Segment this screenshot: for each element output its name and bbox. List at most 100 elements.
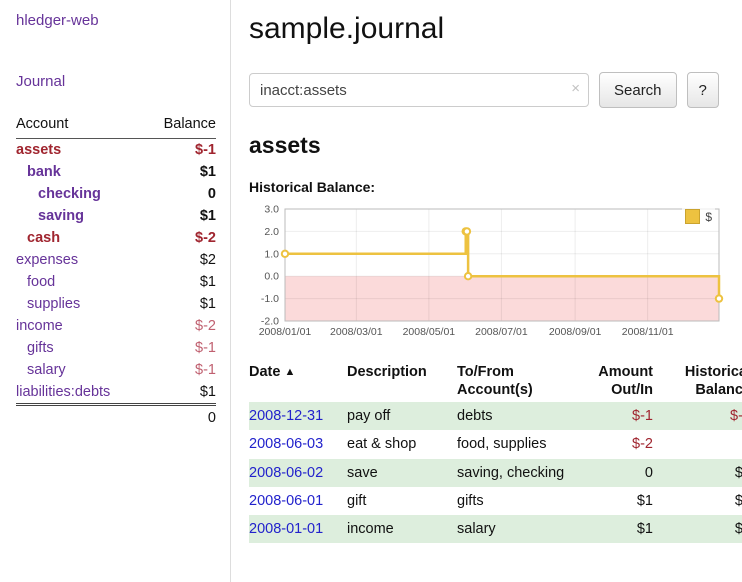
column-header-amount: AmountOut/In [575, 361, 659, 402]
account-row-cash: cash $-2 [16, 227, 216, 249]
account-row-checking: checking 0 [16, 183, 216, 205]
svg-text:3.0: 3.0 [264, 204, 279, 216]
chart-canvas: 3.02.01.00.0-1.0-2.02008/01/012008/03/01… [249, 201, 727, 343]
accounts-cell: gifts [457, 487, 575, 515]
amount-cell: 0 [575, 459, 659, 487]
amount-cell: $-2 [575, 430, 659, 458]
account-row-expenses: expenses $2 [16, 249, 216, 271]
account-row-food: food$1 [16, 271, 216, 293]
account-balance: $-1 [145, 337, 216, 359]
account-balance: $1 [145, 161, 216, 183]
accounts-cell: food, supplies [457, 430, 575, 458]
sort-ascending-icon: ▲ [284, 366, 295, 378]
app-brand-link[interactable]: hledger-web [16, 12, 216, 29]
search-box: × [249, 73, 589, 107]
accounts-header-row: Account Balance [16, 114, 216, 139]
legend-label: $ [705, 210, 712, 224]
account-row-salary: salary $-1 [16, 359, 216, 381]
account-balance: $-2 [145, 227, 216, 249]
balance-cell: $1 [659, 515, 742, 543]
date-link[interactable]: 2008-06-03 [249, 436, 323, 452]
account-link-assets[interactable]: assets [16, 142, 61, 158]
account-row-assets: assets $-1 [16, 139, 216, 162]
account-link-income[interactable]: income [16, 318, 63, 334]
chart-title: Historical Balance: [249, 179, 728, 195]
description-cell: eat & shop [347, 430, 457, 458]
accounts-total-value: 0 [145, 405, 216, 430]
date-link[interactable]: 2008-06-01 [249, 493, 323, 509]
accounts-column-header: Account [16, 114, 145, 139]
account-link-cash[interactable]: cash [27, 230, 60, 246]
date-link[interactable]: 2008-12-31 [249, 408, 323, 424]
balance-cell: 0 [659, 430, 742, 458]
clear-search-icon[interactable]: × [571, 81, 580, 96]
register-row: 2008-12-31 pay off debts $-1 $-1 [249, 402, 742, 430]
accounts-total-row: 0 [16, 405, 216, 430]
account-link-checking[interactable]: checking [38, 186, 101, 202]
account-link-food[interactable]: food [27, 274, 55, 290]
svg-text:2008/11/01: 2008/11/01 [622, 326, 674, 338]
register-row: 2008-01-01 income salary $1 $1 [249, 515, 742, 543]
account-balance: $1 [145, 293, 216, 315]
column-header-date[interactable]: Date ▲ [249, 361, 347, 402]
svg-text:2.0: 2.0 [264, 226, 279, 238]
amount-cell: $1 [575, 515, 659, 543]
account-row-liabilities-debts: liabilities:debts $1 [16, 381, 216, 405]
account-link-gifts[interactable]: gifts [27, 340, 54, 356]
balance-cell: $-1 [659, 402, 742, 430]
account-row-income: income$-2 [16, 315, 216, 337]
date-link[interactable]: 2008-06-02 [249, 465, 323, 481]
balance-chart: 3.02.01.00.0-1.0-2.02008/01/012008/03/01… [249, 201, 727, 343]
balance-cell: $2 [659, 487, 742, 515]
description-cell: gift [347, 487, 457, 515]
column-header-balance: HistoricalBalance [659, 361, 742, 402]
help-button[interactable]: ? [687, 72, 719, 108]
description-cell: save [347, 459, 457, 487]
svg-text:2008/01/01: 2008/01/01 [259, 326, 312, 338]
account-balance: 0 [145, 183, 216, 205]
column-header-accounts: To/FromAccount(s) [457, 361, 575, 402]
account-balance: $-1 [145, 359, 216, 381]
description-cell: income [347, 515, 457, 543]
description-cell: pay off [347, 402, 457, 430]
account-row-bank: bank $1 [16, 161, 216, 183]
svg-text:1.0: 1.0 [264, 248, 279, 260]
balance-column-header: Balance [145, 114, 216, 139]
register-table: Date ▲ Description To/FromAccount(s) Amo… [249, 361, 742, 543]
legend-swatch-icon [685, 209, 700, 224]
accounts-cell: salary [457, 515, 575, 543]
search-input[interactable] [249, 73, 589, 107]
account-link-salary[interactable]: salary [27, 362, 66, 378]
date-link[interactable]: 2008-01-01 [249, 521, 323, 537]
svg-text:2008/07/01: 2008/07/01 [475, 326, 528, 338]
account-link-expenses[interactable]: expenses [16, 252, 78, 268]
account-row-supplies: supplies $1 [16, 293, 216, 315]
account-link-supplies[interactable]: supplies [27, 296, 80, 312]
column-header-description: Description [347, 361, 457, 402]
search-bar: × Search ? [249, 72, 728, 108]
accounts-cell: saving, checking [457, 459, 575, 487]
date-header-label: Date [249, 364, 280, 380]
account-link-bank[interactable]: bank [27, 164, 61, 180]
account-row-gifts: gifts $-1 [16, 337, 216, 359]
account-link-liabilities-debts[interactable]: liabilities:debts [16, 384, 110, 400]
account-balance: $2 [145, 249, 216, 271]
main-content: sample.journal × Search ? assets Histori… [231, 0, 742, 543]
accounts-cell: debts [457, 402, 575, 430]
amount-cell: $1 [575, 487, 659, 515]
account-balance: $-1 [145, 139, 216, 162]
search-button[interactable]: Search [599, 72, 677, 108]
nav-journal-link[interactable]: Journal [16, 73, 216, 90]
svg-text:0.0: 0.0 [264, 271, 279, 283]
account-row-saving: saving$1 [16, 205, 216, 227]
account-link-saving[interactable]: saving [38, 208, 84, 224]
svg-text:-1.0: -1.0 [261, 293, 279, 305]
accounts-table: Account Balance assets $-1 bank $1 checkin… [16, 114, 216, 429]
page-title: sample.journal [249, 12, 728, 46]
svg-text:2008/03/01: 2008/03/01 [330, 326, 383, 338]
register-row: 2008-06-03 eat & shop food, supplies $-2… [249, 430, 742, 458]
account-heading: assets [249, 132, 728, 159]
account-balance: $1 [145, 381, 216, 405]
register-row: 2008-06-01 gift gifts $1 $2 [249, 487, 742, 515]
amount-cell: $-1 [575, 402, 659, 430]
